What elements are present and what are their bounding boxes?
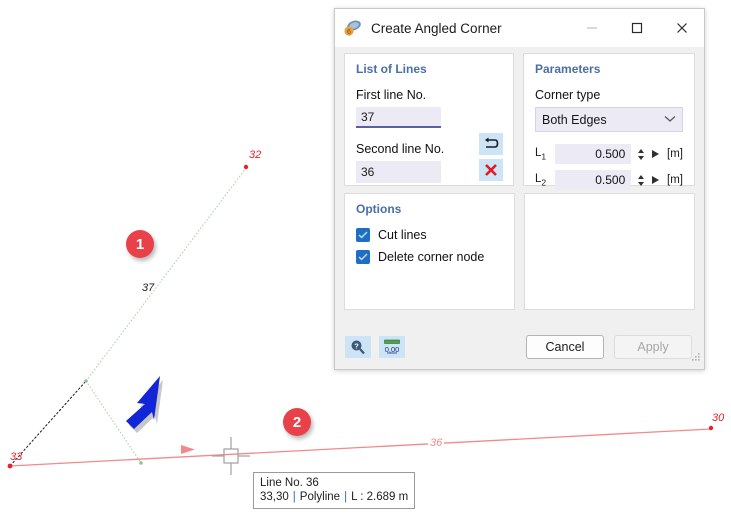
node-32-dot [243,164,249,170]
line-action-buttons [479,133,503,185]
line-36-direction-arrow [181,445,195,454]
maximize-icon[interactable] [614,9,659,47]
group-list-of-lines: List of Lines First line No. 37 Second l… [344,53,514,186]
close-icon[interactable] [659,9,704,47]
l1-pick-icon[interactable] [652,150,660,158]
top-groups-row: List of Lines First line No. 37 Second l… [344,53,695,190]
corner-type-label: Corner type [535,88,601,102]
l2-stepper[interactable] [635,170,647,190]
checkbox-checked-icon[interactable] [356,250,370,264]
resize-grip-icon[interactable] [691,349,701,367]
callout-badge-1: 1 [126,230,154,258]
option-cut-lines-label: Cut lines [378,228,427,242]
group-options: Options Cut lines Delete corner node [344,193,516,310]
window-controls [569,9,704,47]
l1-row: L1 0.500 [m] [535,144,683,164]
line-label-36: 36 [428,437,445,449]
node-33-dot [7,463,13,469]
create-angled-corner-dialog: 6 Create Angled Corner List of Lines Fir… [334,8,705,370]
group-title-parameters: Parameters [535,62,601,76]
l1-stepper[interactable] [635,144,647,164]
minimize-icon[interactable] [569,9,614,47]
crosshair-cursor [212,437,250,475]
line-info-tooltip: Line No. 36 33,30 | Polyline | L : 2.689 m [253,472,416,509]
blue-pointer-arrow [126,376,163,433]
tooltip-sep-2: | [344,491,348,503]
svg-text:?: ? [354,341,359,350]
delete-line-icon[interactable] [479,159,503,181]
option-delete-corner-node[interactable]: Delete corner node [356,250,503,264]
tooltip-nodes: 33,30 [260,491,289,503]
second-line-input[interactable]: 36 [356,161,441,183]
preview-node-upper [84,379,88,383]
chevron-down-icon [664,114,676,126]
group-title-list-of-lines: List of Lines [356,62,427,76]
l1-label: L1 [535,146,547,162]
help-magnifier-icon[interactable]: ? [345,335,371,358]
screenshot-root: 32 33 30 37 36 1 2 Line No. 36 33,30 | Pol… [0,0,731,519]
line-36 [9,428,712,467]
node-30-dot [708,425,714,431]
corner-type-select[interactable]: Both Edges [535,107,683,132]
tooltip-sep-1: | [292,491,296,503]
tooltip-type: Polyline [299,491,341,503]
tooltip-line-2: 33,30 | Polyline | L : 2.689 m [260,490,408,504]
cancel-button[interactable]: Cancel [526,334,604,359]
l2-row: L2 0.500 [m] [535,170,683,190]
checkbox-checked-icon[interactable] [356,228,370,242]
l2-input[interactable]: 0.500 [554,170,632,190]
dialog-titlebar[interactable]: 6 Create Angled Corner [335,9,704,47]
corner-tool-icon: 6 [343,18,363,38]
first-line-input[interactable]: 37 [356,107,441,128]
l1-unit: [m] [667,148,683,160]
node-label-32: 32 [249,149,262,161]
line-label-37: 37 [142,282,155,294]
first-line-label: First line No. [356,88,427,102]
preview-panel [524,193,695,310]
l2-unit: [m] [667,174,683,186]
line-37-preview [85,167,247,382]
swap-lines-icon[interactable] [479,133,503,155]
units-settings-icon[interactable]: 0,00 [379,335,405,358]
callout-badge-2: 2 [283,408,311,436]
svg-text:6: 6 [347,29,351,36]
apply-button[interactable]: Apply [614,334,692,359]
l2-label: L2 [535,172,547,188]
group-title-options: Options [356,202,402,216]
corner-type-value: Both Edges [542,112,607,127]
group-parameters: Parameters Corner type Both Edges L1 0.5… [523,53,695,190]
l2-pick-icon[interactable] [652,176,660,184]
node-label-30: 30 [712,412,725,424]
preview-node-lower [139,461,143,465]
bottom-groups-row: Options Cut lines Delete corner node [344,193,695,310]
option-cut-lines[interactable]: Cut lines [356,228,503,242]
dialog-body: List of Lines First line No. 37 Second l… [335,47,704,324]
dialog-title: Create Angled Corner [371,20,502,36]
tooltip-length: L : 2.689 m [351,491,409,503]
tooltip-line-1: Line No. 36 [260,477,319,489]
option-delete-corner-node-label: Delete corner node [378,250,485,264]
dialog-footer: ? 0,00 Cancel Apply [335,324,704,369]
node-label-33: 33 [10,451,23,463]
l1-input[interactable]: 0.500 [554,144,632,164]
